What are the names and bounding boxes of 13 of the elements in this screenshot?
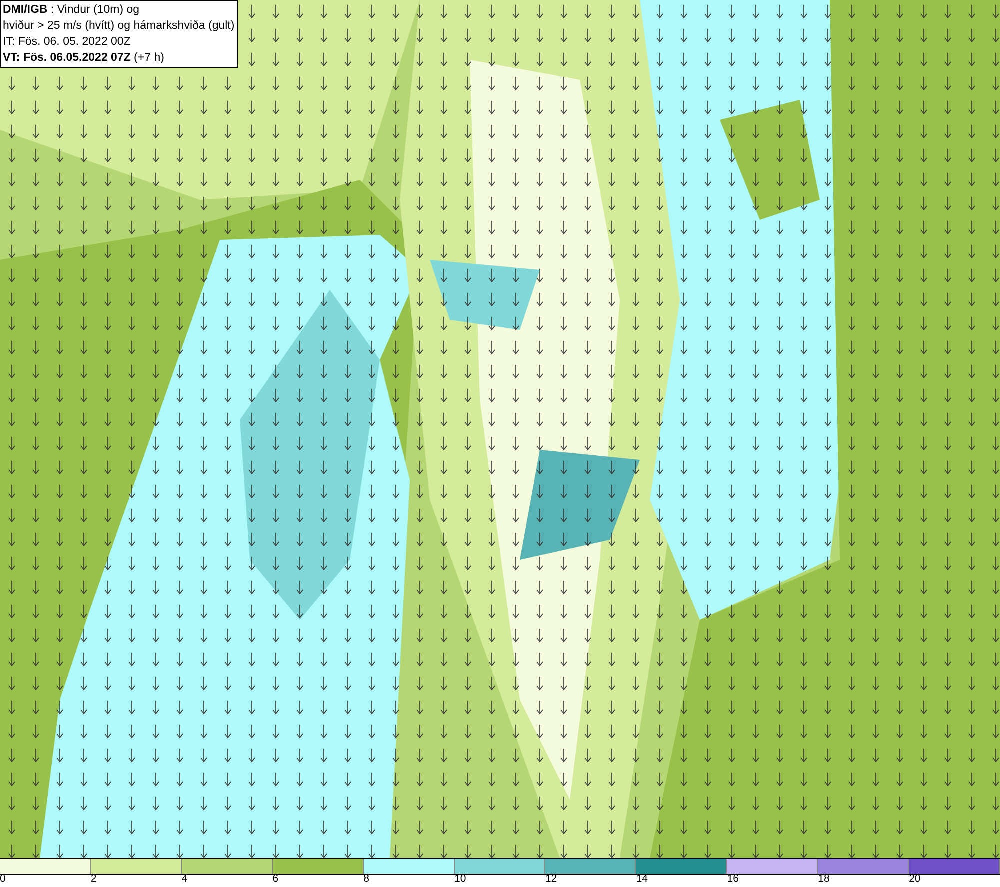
legend-label: 14 <box>636 873 648 886</box>
legend-label: 18 <box>818 873 830 886</box>
legend-label: 0 <box>0 873 6 886</box>
legend-label: 16 <box>727 873 739 886</box>
legend-label: 12 <box>545 873 558 886</box>
legend-label: 10 <box>454 873 466 886</box>
legend-label: 4 <box>182 873 188 886</box>
title-line: VT: Fös. 06.05.2022 07Z (+7 h) <box>3 51 166 66</box>
legend-label: 6 <box>272 873 279 886</box>
title-line: DMI/IGB : Vindur (10m) og <box>3 3 141 18</box>
title-line: IT: Fös. 06. 05. 2022 00Z <box>3 35 132 50</box>
legend-label: 20 <box>909 873 921 886</box>
title-line: hviður > 25 m/s (hvítt) og hámarkshviða (gult) <box>3 19 235 34</box>
